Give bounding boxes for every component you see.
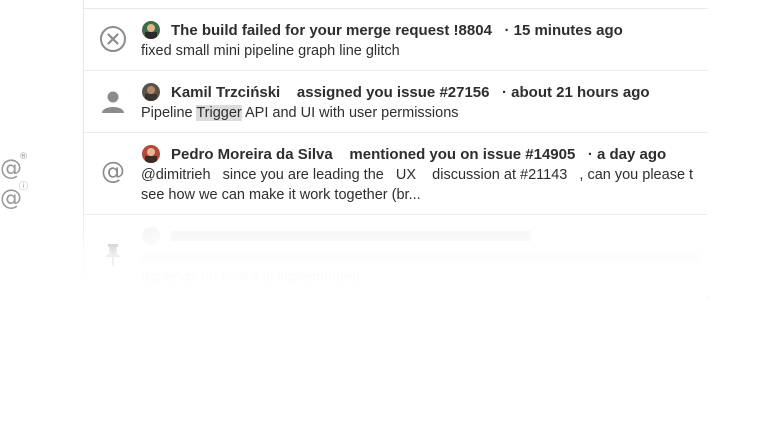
- notification-title[interactable]: Kamil Trzciński assigned you issue #2715…: [171, 84, 650, 101]
- placeholder-line: [171, 231, 531, 241]
- notification-list: The build failed for your merge request …: [83, 0, 708, 300]
- pin-icon: [98, 240, 128, 270]
- list-item[interactable]: depends on how it is implemented...: [84, 214, 708, 297]
- svg-text:@: @: [101, 157, 125, 185]
- notification-title[interactable]: The build failed for your merge request …: [171, 22, 623, 39]
- avatar: [142, 21, 160, 39]
- notification-body-line3: depends on how it is implemented...: [141, 269, 373, 285]
- placeholder-line: [141, 254, 701, 262]
- author-name[interactable]: Pedro Moreira da Silva: [171, 146, 333, 163]
- notification-body: fixed small mini pipeline graph line gli…: [141, 43, 400, 59]
- timestamp: · about 21 hours ago: [502, 84, 650, 101]
- at-sign-icon: @: [98, 156, 128, 186]
- highlighted-term: Trigger: [196, 105, 242, 121]
- x-circle-icon: [98, 24, 128, 54]
- action-text[interactable]: assigned you issue #27156: [297, 84, 490, 101]
- timestamp: · a day ago: [587, 146, 667, 163]
- list-item[interactable]: @ Pedro Moreira da Silva mentioned you o…: [84, 132, 708, 215]
- mention-filter-icon[interactable]: @®: [0, 152, 31, 181]
- title-text: The build failed for your merge request …: [171, 22, 492, 39]
- body-text: Pipeline: [141, 105, 197, 121]
- list-item[interactable]: The build failed for your merge request …: [84, 9, 708, 71]
- person-icon: [98, 87, 128, 117]
- body-text: API and UI with user permissions: [241, 105, 459, 121]
- list-item[interactable]: Kamil Trzciński assigned you issue #2715…: [84, 70, 708, 133]
- notification-title[interactable]: Pedro Moreira da Silva mentioned you on …: [171, 146, 666, 163]
- mention-info-icon[interactable]: @ⓘ: [0, 182, 31, 211]
- avatar: [142, 227, 160, 245]
- author-name[interactable]: Kamil Trzciński: [171, 84, 280, 101]
- avatar: [142, 83, 160, 101]
- timestamp: · 15 minutes ago: [504, 22, 623, 39]
- notification-body: Pipeline Trigger API and UI with user pe…: [141, 103, 459, 123]
- notification-body-line1: @dimitrieh since you are leading the UX …: [141, 167, 694, 183]
- notification-body-line2: see how we can make it work together (br…: [141, 187, 421, 203]
- avatar: [142, 145, 160, 163]
- action-text[interactable]: mentioned you on issue #14905: [349, 146, 575, 163]
- list-item[interactable]: [84, 296, 708, 300]
